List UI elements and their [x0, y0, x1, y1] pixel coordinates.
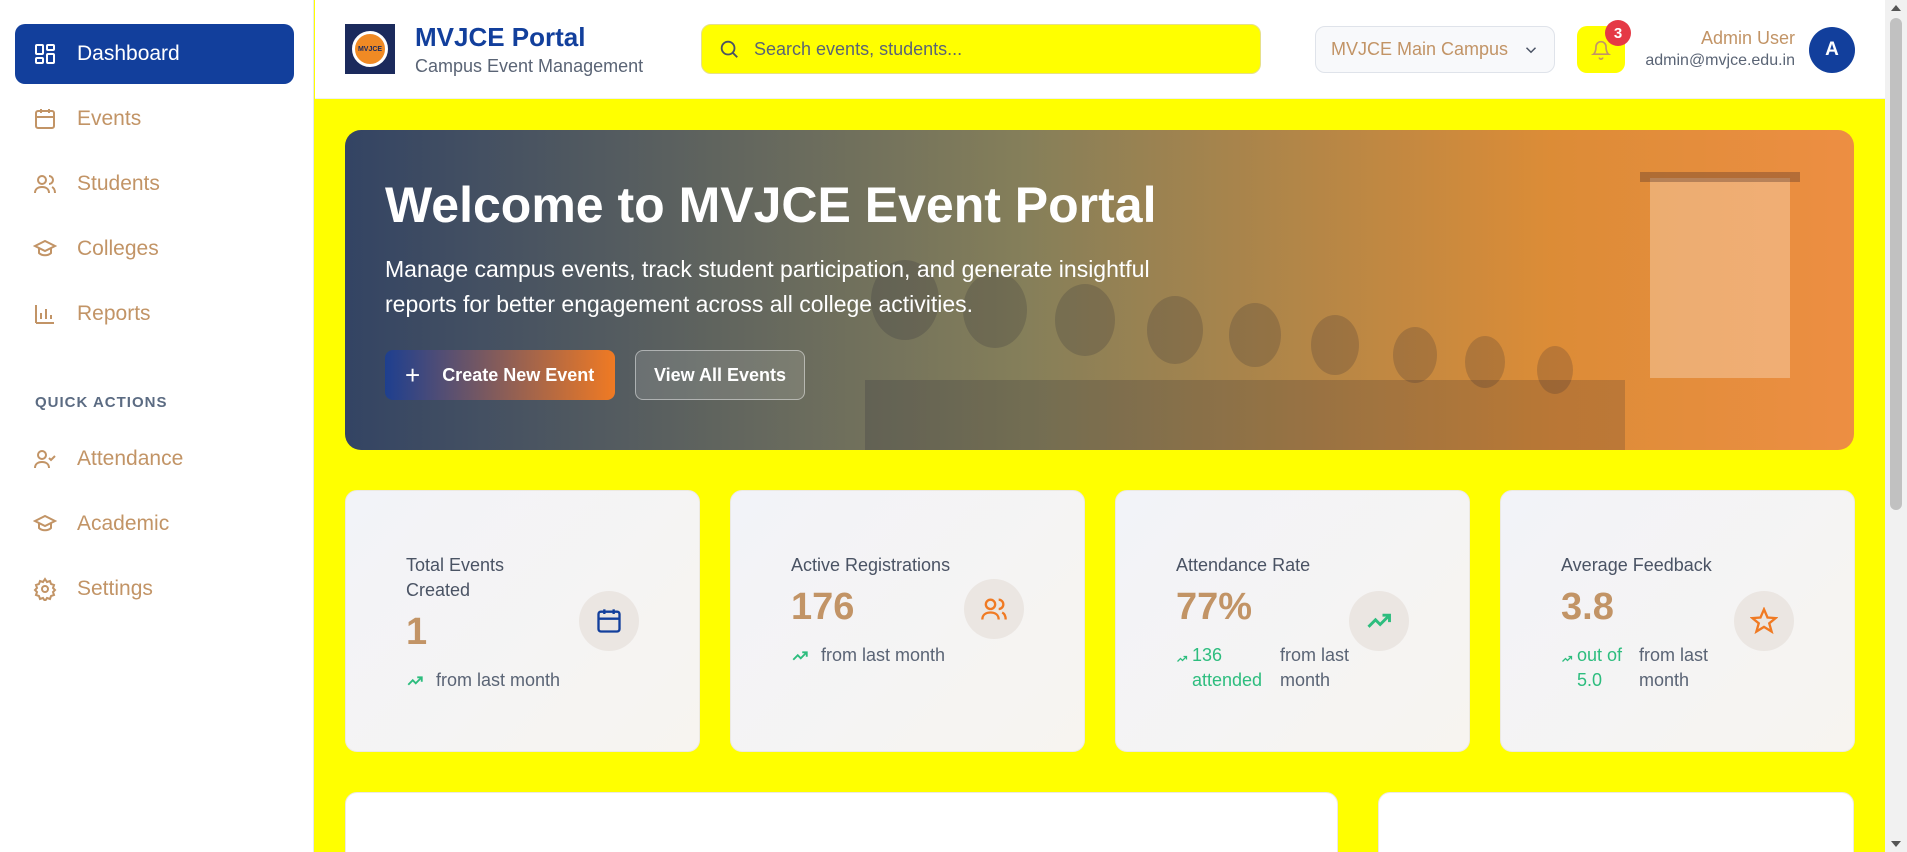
- stat-trend-text: from last month: [821, 645, 946, 665]
- plus-icon: +: [405, 359, 421, 390]
- stat-label: Total Events Created: [406, 555, 505, 600]
- stat-trend: from last month: [406, 668, 560, 693]
- events-panel: [345, 792, 1338, 852]
- sidebar-item-label: Colleges: [77, 237, 159, 260]
- brand-title: MVJCE Portal: [415, 22, 586, 52]
- view-all-events-button[interactable]: View All Events: [635, 350, 805, 400]
- stat-card-average-feedback: Average Feedback 3.8 out of 5.0 from las…: [1500, 490, 1855, 752]
- sidebar-item-label: Attendance: [77, 447, 184, 470]
- search-icon: [720, 40, 738, 58]
- stat-label: Active Registrations: [791, 555, 951, 575]
- sidebar-item-label: Academic: [77, 512, 170, 535]
- trending-up-icon: [792, 651, 808, 661]
- sidebar-item-events[interactable]: Events: [15, 89, 294, 149]
- side-panel: [1378, 792, 1854, 852]
- stat-label: Average Feedback: [1561, 555, 1712, 575]
- page-scrollbar[interactable]: [1885, 0, 1907, 852]
- stat-label: Attendance Rate: [1176, 555, 1311, 575]
- user-check-icon: [34, 450, 56, 469]
- scroll-thumb[interactable]: [1890, 18, 1902, 510]
- sidebar-item-label: Reports: [77, 302, 151, 325]
- sidebar-item-label: Dashboard: [77, 42, 180, 65]
- sidebar-item-label: Settings: [77, 577, 153, 600]
- notification-count-badge: 3: [1605, 20, 1631, 46]
- stat-trend: from last month: [791, 643, 945, 668]
- stat-trend: out of 5.0 from last month: [1561, 643, 1729, 693]
- search-bar[interactable]: [701, 24, 1261, 74]
- stat-value: 176: [791, 586, 855, 628]
- gear-icon: [33, 577, 57, 601]
- stat-trend: 136 attended from last month: [1176, 643, 1370, 693]
- calendar-icon: [35, 109, 55, 129]
- sidebar-item-academic[interactable]: Academic: [15, 494, 294, 554]
- sidebar-item-label: Events: [77, 107, 142, 130]
- avatar[interactable]: A: [1809, 27, 1855, 73]
- stat-card-total-events: Total Events Created 1 from last month: [345, 490, 700, 752]
- stat-icon-wrap: [964, 579, 1024, 639]
- welcome-hero: Welcome to MVJCE Event Portal Manage cam…: [345, 130, 1854, 450]
- scroll-up-arrow[interactable]: [1891, 5, 1901, 11]
- brand-subtitle: Campus Event Management: [415, 56, 644, 76]
- sidebar-item-attendance[interactable]: Attendance: [15, 429, 294, 489]
- stat-card-active-registrations: Active Registrations 176 from last month: [730, 490, 1085, 752]
- stat-trend-text: from last month: [436, 670, 561, 690]
- sidebar-item-label: Students: [77, 172, 160, 195]
- campus-select[interactable]: MVJCE Main Campus: [1315, 26, 1555, 73]
- stat-trend-text: from last month: [1280, 645, 1350, 690]
- user-name: Admin User: [1700, 28, 1795, 48]
- scroll-down-arrow[interactable]: [1891, 841, 1901, 847]
- hero-description: Manage campus events, track student part…: [385, 256, 1150, 317]
- search-input[interactable]: [754, 38, 1214, 60]
- stat-trend-highlight: 136 attended: [1192, 645, 1263, 690]
- stat-trend-text: from last month: [1639, 645, 1709, 690]
- users-icon: [34, 175, 56, 194]
- dashboard-icon: [35, 44, 55, 64]
- trending-up-icon: [1562, 655, 1573, 662]
- trending-up-icon: [1367, 613, 1391, 628]
- sidebar-item-dashboard[interactable]: Dashboard: [15, 24, 294, 84]
- trending-up-icon: [407, 676, 423, 686]
- bell-icon: [1591, 40, 1611, 60]
- stat-value: 77%: [1176, 586, 1253, 628]
- sidebar-item-colleges[interactable]: Colleges: [15, 219, 294, 279]
- chevron-down-icon: [1525, 46, 1537, 53]
- graduation-cap-icon: [33, 239, 57, 257]
- sidebar: Dashboard Events Students Colleges Repor…: [0, 0, 314, 852]
- sidebar-item-students[interactable]: Students: [15, 154, 294, 214]
- sidebar-item-settings[interactable]: Settings: [15, 559, 294, 619]
- user-email: admin@mvjce.edu.in: [1645, 52, 1795, 69]
- stat-value: 3.8: [1561, 586, 1614, 628]
- stat-icon-wrap: [1734, 591, 1794, 651]
- logo-emblem: MVJCE: [352, 31, 388, 67]
- stat-icon-wrap: [579, 591, 639, 651]
- sidebar-item-reports[interactable]: Reports: [15, 284, 294, 344]
- create-event-label: Create New Event: [442, 364, 595, 385]
- stat-card-attendance-rate: Attendance Rate 77% 136 attended from la…: [1115, 490, 1470, 752]
- stat-icon-wrap: [1349, 591, 1409, 651]
- campus-select-value: MVJCE Main Campus: [1331, 39, 1509, 59]
- trending-up-icon: [1177, 655, 1188, 662]
- calendar-icon: [597, 609, 621, 633]
- top-header: MVJCE MVJCE Portal Campus Event Manageme…: [315, 0, 1885, 99]
- college-logo[interactable]: MVJCE: [345, 24, 395, 74]
- stat-trend-highlight: out of 5.0: [1577, 645, 1623, 690]
- graduation-cap-icon: [33, 514, 57, 532]
- quick-actions-heading: QUICK ACTIONS: [35, 394, 168, 411]
- stat-value: 1: [406, 611, 428, 653]
- star-icon: [1750, 607, 1778, 635]
- users-icon: [981, 598, 1007, 620]
- create-event-button[interactable]: + Create New Event: [385, 350, 615, 400]
- hero-title: Welcome to MVJCE Event Portal: [385, 177, 1157, 233]
- bar-chart-icon: [35, 305, 54, 324]
